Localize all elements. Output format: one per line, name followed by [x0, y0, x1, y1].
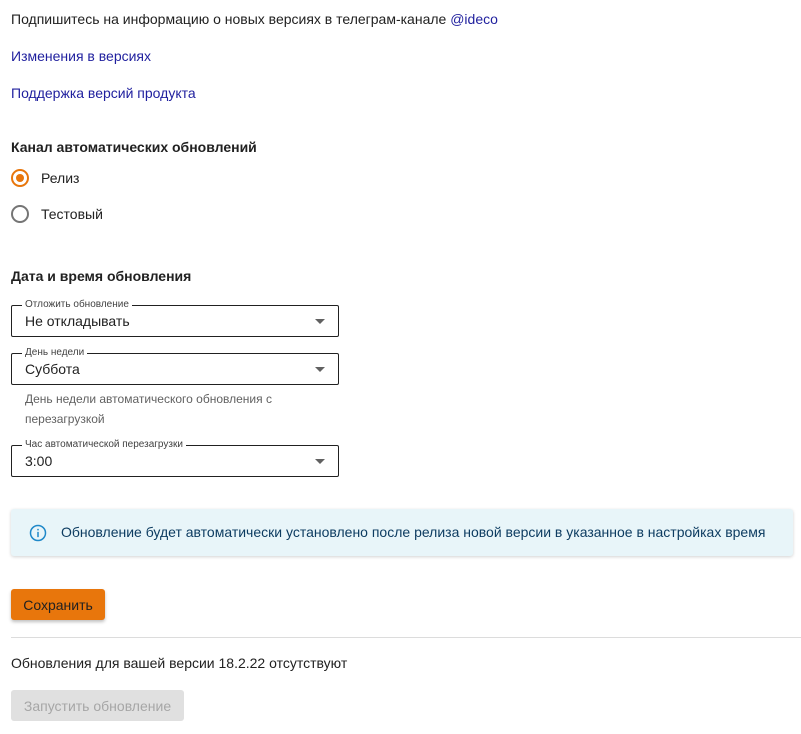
radio-testing[interactable]: Тестовый: [11, 202, 103, 226]
dropdown-arrow-icon: [315, 367, 325, 372]
telegram-subscribe-prefix: Подпишитесь на информацию о новых версия…: [11, 11, 451, 27]
telegram-channel-link[interactable]: @ideco: [450, 11, 498, 27]
radio-release-label: Релиз: [41, 170, 80, 186]
postpone-select-value: Не откладывать: [25, 313, 130, 329]
postpone-select-label: Отложить обновление: [22, 298, 132, 312]
divider: [11, 637, 801, 638]
weekday-helper-text: День недели автоматического обновления с…: [25, 389, 272, 429]
info-alert-text: Обновление будет автоматически установле…: [61, 524, 766, 540]
reboot-hour-select-value: 3:00: [25, 453, 53, 469]
reboot-hour-select-label: Час автоматической перезагрузки: [22, 438, 186, 452]
version-support-link[interactable]: Поддержка версий продукта: [11, 84, 196, 102]
update-channel-title: Канал автоматических обновлений: [11, 139, 257, 155]
telegram-subscribe-text: Подпишитесь на информацию о новых версия…: [11, 10, 498, 28]
dropdown-arrow-icon: [315, 459, 325, 464]
weekday-select[interactable]: День недели Суббота: [11, 346, 339, 385]
weekday-select-label: День недели: [22, 346, 88, 360]
update-status-text: Обновления для вашей версии 18.2.22 отсу…: [11, 655, 348, 671]
weekday-select-value: Суббота: [25, 361, 80, 377]
run-update-button[interactable]: Запустить обновление: [11, 690, 184, 721]
weekday-helper-line-2: перезагрузкой: [25, 412, 105, 426]
reboot-hour-select[interactable]: Час автоматической перезагрузки 3:00: [11, 438, 339, 477]
save-button[interactable]: Сохранить: [11, 589, 105, 620]
radio-checked-icon: [11, 169, 29, 187]
version-changes-link[interactable]: Изменения в версиях: [11, 47, 151, 65]
dropdown-arrow-icon: [315, 319, 325, 324]
weekday-helper-line-1: День недели автоматического обновления с: [25, 392, 272, 406]
update-schedule-title: Дата и время обновления: [11, 268, 192, 284]
info-alert: Обновление будет автоматически установле…: [11, 509, 793, 556]
radio-release[interactable]: Релиз: [11, 166, 79, 190]
radio-unchecked-icon: [11, 205, 29, 223]
radio-testing-label: Тестовый: [41, 206, 103, 222]
info-icon: [29, 524, 47, 542]
postpone-select[interactable]: Отложить обновление Не откладывать: [11, 298, 339, 337]
